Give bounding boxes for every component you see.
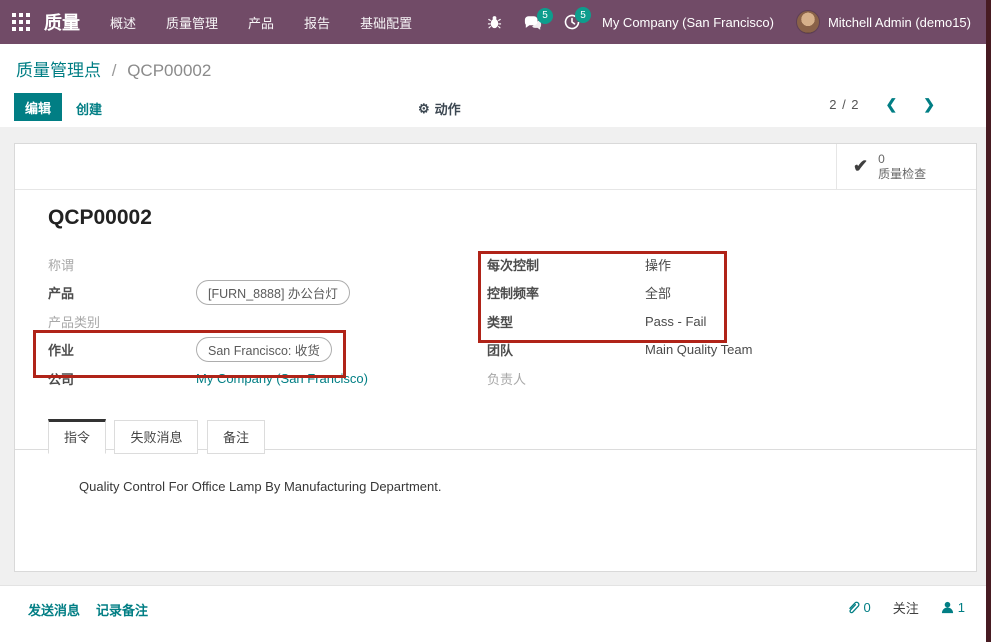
company-field-label: 公司 (48, 369, 196, 388)
field-row-team: 团队 Main Quality Team (487, 338, 927, 360)
chatter-topbar-right: 0 关注 1 (846, 598, 965, 617)
menu-quality-control[interactable]: 质量管理 (166, 13, 218, 32)
responsible-field-label: 负责人 (487, 369, 645, 388)
menu-products[interactable]: 产品 (248, 13, 274, 32)
field-row-company: 公司 My Company (San Francisco) (48, 367, 448, 389)
notebook-tabs: 指令 失败消息 备注 (15, 419, 976, 450)
systray: 5 5 My Company (San Francisco) Mitchell … (487, 10, 991, 34)
followers-button[interactable]: 1 (941, 600, 965, 615)
field-row-category: 产品类别 (48, 310, 448, 332)
stat-button-strip: ✔ 0 质量检查 (15, 144, 976, 190)
messages-badge: 5 (537, 8, 553, 24)
stat-text: 0 质量检查 (878, 152, 926, 182)
menu-configuration[interactable]: 基础配置 (360, 13, 412, 32)
breadcrumb: 质量管理点 / QCP00002 (16, 56, 211, 81)
window-edge-strip (986, 0, 991, 642)
messages-icon[interactable]: 5 (524, 15, 542, 30)
app-name-quality[interactable]: 质量 (44, 9, 80, 35)
activities-clock-icon[interactable]: 5 (564, 14, 580, 30)
navbar-left: 质量 概述 质量管理 产品 报告 基础配置 (0, 9, 412, 35)
attachment-count: 0 (864, 600, 871, 615)
title-field-label: 称谓 (48, 255, 196, 274)
field-row-responsible: 负责人 (487, 367, 927, 389)
operation-field-label: 作业 (48, 340, 196, 359)
field-row-operation: 作业 San Francisco: 收货 (48, 338, 448, 360)
attachment-button[interactable]: 0 (846, 600, 871, 615)
instructions-content: Quality Control For Office Lamp By Manuf… (79, 479, 441, 494)
user-menu[interactable]: Mitchell Admin (demo15) (828, 15, 971, 30)
debug-bug-icon[interactable] (487, 15, 502, 30)
team-field-value[interactable]: Main Quality Team (645, 342, 752, 357)
quality-check-count: 0 (878, 152, 926, 167)
top-navbar: 质量 概述 质量管理 产品 报告 基础配置 (0, 0, 991, 44)
pager-value: 2 / 2 (829, 97, 859, 112)
record-title: QCP00002 (48, 206, 152, 230)
field-row-frequency: 控制频率 全部 (487, 281, 927, 303)
field-row-title: 称谓 (48, 253, 448, 275)
app-menus: 概述 质量管理 产品 报告 基础配置 (110, 13, 412, 32)
control-per-field-value[interactable]: 操作 (645, 255, 671, 274)
category-field-label: 产品类别 (48, 312, 196, 331)
create-button[interactable]: 创建 (76, 99, 102, 118)
tab-instructions[interactable]: 指令 (48, 419, 106, 454)
quality-check-label: 质量检查 (878, 167, 926, 182)
user-avatar[interactable] (796, 10, 820, 34)
pager-previous-icon[interactable]: ❮ (886, 96, 898, 113)
action-menu-button[interactable]: ⚙ 动作 (418, 99, 461, 118)
company-switcher[interactable]: My Company (San Francisco) (602, 15, 774, 30)
control-per-field-label: 每次控制 (487, 255, 645, 274)
breadcrumb-current: QCP00002 (127, 61, 211, 80)
form-sheet: ✔ 0 质量检查 QCP00002 称谓 产品 [FURN_8888] 办公台灯… (14, 143, 977, 572)
pager: 2 / 2 ❮ ❯ (829, 96, 935, 113)
field-row-product: 产品 [FURN_8888] 办公台灯 (48, 281, 448, 303)
field-row-control-per: 每次控制 操作 (487, 253, 927, 275)
paperclip-icon (846, 600, 860, 615)
field-row-type: 类型 Pass - Fail (487, 310, 927, 332)
quality-control-point-form-screen: 质量 概述 质量管理 产品 报告 基础配置 (0, 0, 991, 642)
pager-next-icon[interactable]: ❯ (923, 96, 935, 113)
product-field-label: 产品 (48, 283, 196, 302)
operation-tag[interactable]: San Francisco: 收货 (196, 337, 332, 362)
frequency-field-value[interactable]: 全部 (645, 283, 671, 302)
tab-notes[interactable]: 备注 (207, 420, 265, 454)
check-icon: ✔ (853, 156, 868, 177)
edit-button[interactable]: 编辑 (14, 93, 62, 121)
follower-count: 1 (958, 600, 965, 615)
type-field-label: 类型 (487, 312, 645, 331)
breadcrumb-separator: / (112, 61, 117, 80)
apps-grid-icon[interactable] (12, 13, 30, 31)
tab-failure-message[interactable]: 失败消息 (114, 420, 198, 454)
company-field-value[interactable]: My Company (San Francisco) (196, 371, 368, 386)
frequency-field-label: 控制频率 (487, 283, 645, 302)
breadcrumb-parent[interactable]: 质量管理点 (16, 61, 101, 80)
product-tag[interactable]: [FURN_8888] 办公台灯 (196, 280, 350, 305)
team-field-label: 团队 (487, 340, 645, 359)
person-icon (941, 601, 954, 614)
quality-check-stat-button[interactable]: ✔ 0 质量检查 (836, 144, 976, 189)
activities-badge: 5 (575, 7, 591, 23)
follow-button[interactable]: 关注 (893, 598, 919, 617)
control-panel: 质量管理点 / QCP00002 编辑 创建 ⚙ 动作 2 / 2 ❮ ❯ (0, 44, 991, 127)
action-label: 动作 (435, 99, 461, 118)
menu-reporting[interactable]: 报告 (304, 13, 330, 32)
gear-icon: ⚙ (418, 101, 430, 117)
chatter: 发送消息 记录备注 0 关注 1 (0, 585, 991, 642)
type-field-value[interactable]: Pass - Fail (645, 314, 706, 329)
log-note-button[interactable]: 记录备注 (96, 600, 148, 619)
send-message-button[interactable]: 发送消息 (28, 600, 80, 619)
menu-overview[interactable]: 概述 (110, 13, 136, 32)
